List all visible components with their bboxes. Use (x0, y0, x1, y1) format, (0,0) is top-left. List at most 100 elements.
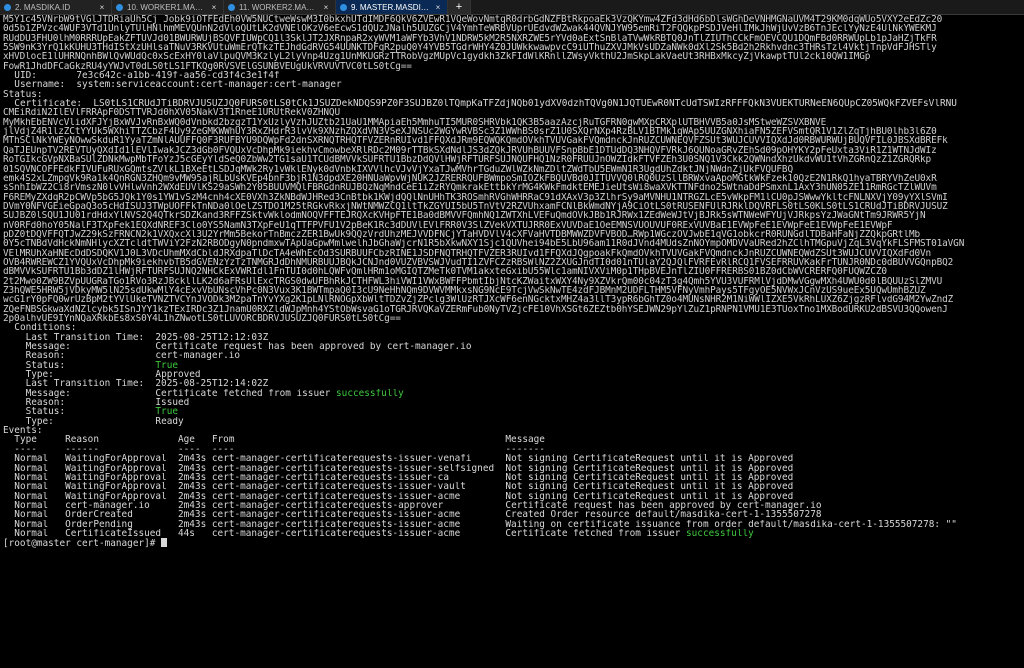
terminal-text: Events: (3, 426, 43, 436)
new-tab-button[interactable]: + (448, 0, 471, 14)
username-line: Username: system:serviceaccount:cert-man… (3, 80, 1024, 89)
event-reason: WaitingForApproval (65, 482, 167, 492)
certificate-line: Certificate: LS0tLS1CRUdJTiBDRVJUSUZJQ0F… (3, 99, 1024, 108)
certificate-blob-line: VElMRUhXaHNEcDdDSDQKV1J0L3VDcUhmMXdCbldJ… (3, 249, 1024, 258)
terminal-text: Message: (25, 388, 71, 399)
session-globe-icon (4, 3, 11, 11)
condition-time: Last Transition Time: 2025-08-25T12:14:0… (3, 379, 1024, 388)
close-icon[interactable]: × (433, 3, 443, 12)
command-prompt-line[interactable]: [root@master cert-manager]# (3, 538, 1024, 548)
terminal-output[interactable]: M5Y1c45VNrbW9tVGlJTDRiaUh5Cj Jobk9iOTFEd… (0, 15, 1024, 668)
session-globe-icon (116, 3, 123, 11)
certificate-blob-line: MyMkhEbENVcVlidXFJYjBxWVJvRnBxWQ0dVnbkd2… (3, 118, 1024, 127)
event-reason: OrderCreated (65, 510, 133, 520)
tab-label: 11. WORKER2.MASDIKA.BIZ.ID (239, 2, 317, 12)
close-icon[interactable]: × (97, 3, 107, 12)
base64-text: pDZ0tDQVFFQTJwZ29kSzFRNCN2k1VXQxcXl3U2Yr… (3, 229, 921, 240)
base64-text: SUJBZ0lSQU1JU01rdHdxYlNVS2Q4QTkrSDZKand3… (3, 211, 926, 221)
event-from: cert-manager-certificaterequests-issuer-… (211, 519, 461, 529)
terminal-text: Certificate fetched from issuer (155, 388, 337, 399)
session-globe-icon (340, 3, 347, 11)
event-age: Age (178, 435, 195, 445)
event-from: cert-manager-certificaterequests-issuer-… (211, 472, 449, 483)
request-blob-line: RUdDU3FHU0lhM0RRRUpEakZFTUVJd01BWURWUjBS… (3, 34, 1024, 43)
event-from: cert-manager-certificaterequests-issuer-… (211, 482, 466, 492)
condition-status: Status: True (3, 361, 1024, 370)
tab-master[interactable]: 9. MASTER.MASDIKA.BIZ.ID × (336, 0, 448, 14)
base64-text: ZQeFNBSGkwaXdNZlcybk5ISnJYY1kzTExIRDc3Z1… (3, 304, 948, 314)
condition-message: Message: Certificate request has been ap… (3, 342, 1024, 351)
event-message: Not signing CertificateRequest until it … (505, 454, 794, 464)
event-from: cert-manager-certificaterequests-issuer-… (211, 528, 461, 539)
table-row: Normal WaitingForApproval 2m43s cert-man… (3, 492, 1024, 501)
condition-reason: Reason: Issued (3, 398, 1024, 407)
base64-text: sSnhIbWZ2Ci8rVmszN0lvVHlwVnh2WXdEUVlKS29… (3, 183, 937, 193)
table-row: Normal WaitingForApproval 2m43s cert-man… (3, 482, 1024, 491)
terminal-text: Username: (14, 80, 66, 90)
event-age: 2m43s (178, 454, 207, 464)
event-age: 2m43s (178, 463, 207, 473)
base64-text: 0Y5cTNBdVdHckNmNHlycXZTcldtTWViY2FzN2RBO… (3, 239, 965, 249)
terminal-text: Last Transition Time: (25, 332, 145, 343)
tab-worker2[interactable]: 11. WORKER2.MASDIKA.BIZ.ID × (224, 0, 336, 14)
tab-masdika[interactable]: 2. MASDIKA.ID × (0, 0, 112, 14)
certificate-blob-line: nV0RFd0hoY05NalF3TXpFek1EQXdNREF3Clo0YS5… (3, 221, 1024, 230)
certificate-blob-line: jlVdjZ4R1lzZCtYYUk5WXhiTTZCbzF4Uy9ZeGMKW… (3, 127, 1024, 136)
certificate-blob-line: emk4S2xLZmpqVk9Ra1k4QnRGN3ZHQm9vMW95ajRL… (3, 174, 1024, 183)
event-type: Normal (14, 491, 49, 501)
terminal-text: 2025-08-25T12:14:02Z (155, 379, 269, 389)
event-from: ---- (211, 444, 235, 455)
event-message: Message (505, 435, 545, 445)
event-type: Normal (14, 463, 49, 473)
conditions-heading: Conditions: (3, 323, 1024, 332)
events-table-header: Type Reason Age From Message (3, 435, 1024, 444)
event-reason: ------ (65, 444, 99, 455)
event-age: ---- (178, 444, 201, 455)
event-message: Certificate request has been approved by… (505, 500, 822, 511)
base64-text: MyMkhEbENVcVlidXFJYjBxWVJvRnBxWQ0dVnbkd2… (3, 117, 827, 128)
event-type: Normal (14, 519, 49, 529)
base64-text: 01SQVNCOFFEdkFIVUFuRUxGQmtsZVlkL1BXeEtLS… (3, 164, 793, 174)
certificate-blob-line: F6REMyZXdqR2pCWVp5bG5JQk1Y0s1YW1vSzM4cnh… (3, 193, 1024, 202)
terminal-text: Type: (25, 370, 54, 380)
text-cursor (161, 538, 168, 548)
base64-text: wcG1rY0pFQ0wrUzBpM2tYVlUkeTVNZTVCYnJVODk… (3, 295, 954, 305)
tab-worker1[interactable]: 10. WORKER1.MASDIKA.BIZ.ID × (112, 0, 224, 14)
certificate-blob-line: QaTJEUnpTV2REVTUyQXdId1lEVlIwakJCZ3dGb0F… (3, 146, 1024, 155)
certificate-blob-line: SUJBZ0lSQU1JU01rdHdxYlNVS2Q4QTkrSDZKand3… (3, 211, 1024, 220)
event-from: cert-manager-certificaterequests-issuer-… (211, 491, 461, 501)
base64-text: 2p0alhvUE9IYnNQaXRkbEs8xS0Y4L1hZNwotLS0t… (3, 314, 401, 324)
event-reason: WaitingForApproval (65, 454, 167, 464)
event-age: 2m43s (178, 482, 207, 492)
event-message: Created Order resource default/masdika-c… (505, 510, 822, 520)
event-from: cert-manager-certificaterequests-issuer-… (211, 463, 495, 473)
uid-value: 7e3c642c-a1bb-419f-aa56-cd3f4c3e1f4f (76, 71, 280, 81)
certificate-blob-line: RoTGIkcGVpNXBaSUlZDNkMwpMbTFoYzJ5cGEyYld… (3, 155, 1024, 164)
event-reason: WaitingForApproval (65, 463, 167, 473)
certificate-blob-line: 2p0alhvUE9IYnNQaXRkbEs8xS0Y4L1hZNwotLS0t… (3, 314, 1024, 323)
terminal-text: Issued (155, 398, 190, 408)
event-age: 2m43s (178, 510, 207, 520)
certificate-blob-line: Z3hQWE5HRW5jVDkyMW5lN25sdUkwMlY4cExvVbUN… (3, 286, 1024, 295)
event-type: Normal (14, 528, 49, 539)
event-message: ------- (505, 444, 545, 455)
event-type: Normal (14, 454, 49, 464)
close-icon[interactable]: × (321, 3, 331, 12)
event-age: 2m43s (178, 491, 207, 501)
event-message: Not signing CertificateRequest until it … (505, 482, 794, 492)
condition-status: Status: True (3, 407, 1024, 416)
request-blob-line: FowR1JhdDFCaGkzRU4yYWJvT0dLS0tLS1FTKQg0R… (3, 62, 1024, 71)
table-row: Normal WaitingForApproval 2m43s cert-man… (3, 454, 1024, 463)
event-message: Not signing CertificateRequest until it … (505, 491, 794, 501)
event-type: Type (14, 435, 37, 445)
base64-text: MThSClNkYWEyNOwwSkduR1YyaTZmNlAUUFFQ0F3R… (3, 136, 948, 146)
base64-text: QaTJEUnpTV2REVTUyQXdId1lEVlIwakJCZ3dGb0F… (3, 145, 937, 156)
close-icon[interactable]: × (209, 3, 219, 12)
events-table-separator: ---- ------ ---- ---- ------- (3, 445, 1024, 454)
session-globe-icon (228, 3, 235, 11)
table-row: Normal OrderPending 2m43s cert-manager-c… (3, 520, 1024, 529)
events-heading: Events: (3, 426, 1024, 435)
event-age: 44s (178, 528, 195, 539)
base64-text: LS0tLS1CRUdJTiBDRVJUSUZJQ0FURS0tLS0tCk1J… (93, 99, 957, 109)
base64-text: RoTGIkcGVpNXBaSUlZDNkMwpMbTFoYzJ5cGEyYld… (3, 155, 932, 165)
